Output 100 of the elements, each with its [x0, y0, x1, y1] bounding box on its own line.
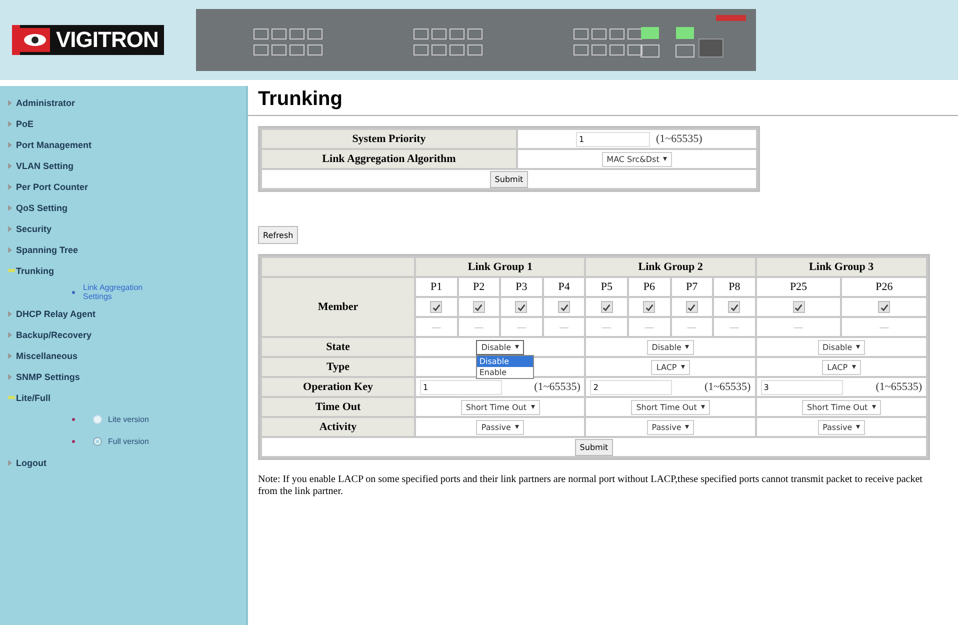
- submit-button[interactable]: Submit: [490, 170, 528, 188]
- group-header-cell: Link Group 3: [756, 258, 926, 276]
- port-cell: P1: [416, 278, 457, 296]
- input-field[interactable]: 1: [576, 132, 650, 146]
- checkbox[interactable]: [643, 301, 656, 314]
- range-text: (1~65535): [656, 133, 702, 145]
- range-text: (1~65535): [534, 381, 580, 393]
- group-header-cell: Link Group 1: [416, 258, 584, 276]
- range-text: (1~65535): [704, 381, 751, 393]
- port-cell: P3: [501, 278, 542, 296]
- input-field[interactable]: 3: [760, 380, 843, 394]
- radio-label: Full version: [108, 436, 149, 446]
- dropdown[interactable]: Disable: [646, 340, 694, 354]
- status-cell: —: [458, 318, 500, 336]
- submit-button[interactable]: Submit: [574, 438, 614, 456]
- dropdown[interactable]: Disable: [476, 340, 524, 354]
- dropdown[interactable]: Short Time Out: [802, 400, 881, 414]
- caret-icon: [680, 365, 685, 369]
- port-cell: P6: [628, 278, 670, 296]
- input-field[interactable]: 2: [590, 380, 672, 394]
- row-label-cell: Member: [262, 278, 414, 336]
- checkbox[interactable]: [686, 301, 698, 314]
- caret-icon: [872, 405, 876, 409]
- row-label-cell: State: [262, 338, 414, 356]
- checkbox[interactable]: [430, 301, 442, 314]
- caret-icon: [856, 425, 860, 429]
- status-cell: —: [628, 318, 670, 336]
- radio-button[interactable]: [93, 436, 102, 446]
- dropdown-option[interactable]: Disable: [477, 356, 534, 366]
- port-cell: P26: [842, 278, 926, 296]
- row-label-cell: Operation Key: [262, 378, 414, 396]
- refresh-button[interactable]: Refresh: [258, 226, 298, 244]
- table-header-cell: Link Aggregation Algorithm: [262, 150, 516, 168]
- status-cell: —: [672, 318, 712, 336]
- sidebar-item[interactable]: Lite/Full: [16, 392, 50, 402]
- port-cell: P2: [458, 278, 500, 296]
- radio-button[interactable]: [93, 414, 102, 424]
- checkbox[interactable]: [472, 301, 485, 314]
- eye-logo-icon: [20, 28, 50, 52]
- sidebar-item[interactable]: Administrator: [16, 98, 76, 108]
- note-text: Note: If you enable LACP on some specified ports and their link partners are normal port without LACP,these specified ports cannot transmit packet to receive packet from the link partner.: [258, 474, 924, 498]
- sidebar-item[interactable]: PoE: [16, 118, 34, 128]
- sidebar-item[interactable]: Miscellaneous: [16, 350, 78, 360]
- dropdown[interactable]: MAC Src&Dst: [602, 152, 672, 166]
- sidebar-item[interactable]: Logout: [16, 458, 46, 468]
- caret-icon: [530, 405, 534, 409]
- status-cell: —: [501, 318, 542, 336]
- status-cell: —: [416, 318, 457, 336]
- sidebar-item[interactable]: DHCP Relay Agent: [16, 308, 96, 318]
- status-cell: —: [544, 318, 584, 336]
- sidebar-item[interactable]: Port Management: [16, 140, 92, 150]
- caret-icon: [663, 157, 668, 161]
- checkbox[interactable]: [515, 301, 528, 314]
- sidebar-item[interactable]: Per Port Counter: [16, 182, 88, 192]
- status-cell: —: [756, 318, 840, 336]
- dropdown[interactable]: LACP: [651, 360, 690, 374]
- range-text: (1~65535): [876, 381, 922, 393]
- checkbox[interactable]: [878, 301, 890, 314]
- port-cell: P25: [756, 278, 840, 296]
- status-cell: —: [714, 318, 755, 336]
- table-header-cell: System Priority: [262, 130, 516, 148]
- radio-label: Lite version: [108, 414, 149, 424]
- checkbox[interactable]: [558, 301, 570, 314]
- sidebar-item[interactable]: Backup/Recovery: [16, 330, 92, 340]
- checkbox[interactable]: [792, 301, 804, 314]
- dropdown[interactable]: Short Time Out: [631, 400, 710, 414]
- sidebar-item[interactable]: SNMP Settings: [16, 372, 80, 382]
- page-title: Trunking: [258, 88, 344, 111]
- dropdown[interactable]: Passive: [646, 420, 694, 434]
- row-label-cell: Type: [262, 358, 414, 376]
- bullet-icon: [72, 440, 75, 442]
- caret-icon: [685, 425, 690, 429]
- caret-icon: [515, 345, 520, 349]
- group-header-cell: Link Group 2: [586, 258, 755, 276]
- sidebar-item[interactable]: Trunking: [16, 266, 54, 276]
- checkbox[interactable]: [600, 301, 613, 314]
- bullet-icon: [72, 290, 75, 294]
- sidebar-item[interactable]: VLAN Setting: [16, 160, 74, 170]
- sidebar-item[interactable]: QoS Setting: [16, 202, 68, 212]
- sidebar-item[interactable]: Security: [16, 224, 52, 234]
- checkbox[interactable]: [728, 301, 740, 314]
- caret-icon: [700, 405, 705, 409]
- row-label-cell: Activity: [262, 418, 414, 436]
- caret-icon: [685, 345, 690, 349]
- bullet-icon: [72, 418, 75, 420]
- status-cell: —: [842, 318, 926, 336]
- dropdown[interactable]: Passive: [476, 420, 524, 434]
- port-cell: P4: [544, 278, 584, 296]
- caret-icon: [856, 345, 860, 349]
- dropdown[interactable]: Disable: [818, 340, 866, 354]
- input-field[interactable]: 1: [420, 380, 502, 394]
- logo-text: VIGITRON: [56, 27, 158, 53]
- dropdown[interactable]: Short Time Out: [460, 400, 540, 414]
- port-cell: P5: [586, 278, 627, 296]
- caret-icon: [852, 365, 856, 369]
- dropdown[interactable]: LACP: [822, 360, 861, 374]
- dropdown[interactable]: Passive: [818, 420, 866, 434]
- sidebar-item[interactable]: Spanning Tree: [16, 244, 78, 254]
- caret-icon: [514, 425, 519, 429]
- port-cell: P7: [672, 278, 712, 296]
